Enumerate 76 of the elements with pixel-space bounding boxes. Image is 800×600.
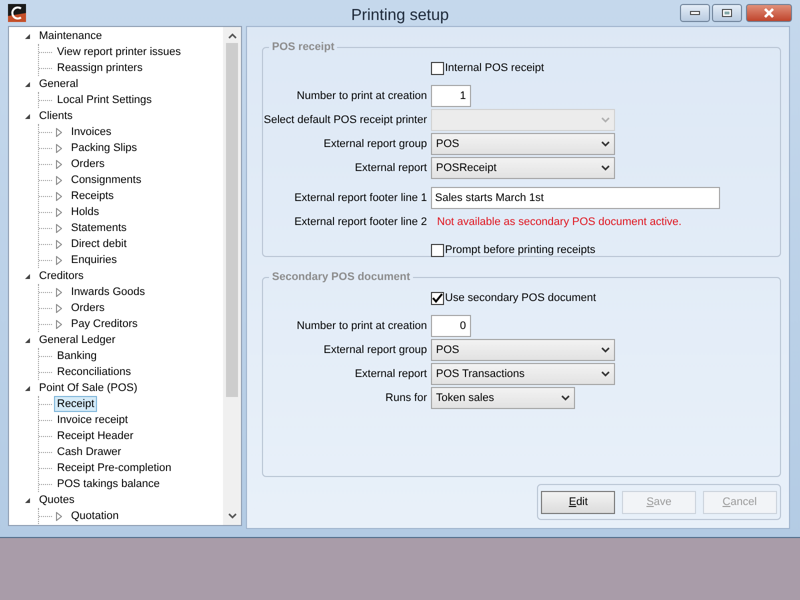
tree-item[interactable]: Reassign printers [54,60,146,76]
tree-item[interactable]: Receipt Header [54,428,136,444]
tree-item[interactable]: Statements [68,220,130,236]
maximize-icon [722,9,732,17]
group-title: Secondary POS document [271,271,412,283]
expanded-arrow-icon[interactable] [24,384,30,392]
tree-item[interactable]: Enquiries [68,252,120,268]
field-label: Number to print at creation [296,320,427,332]
tree-item[interactable]: Orders [68,156,108,172]
action-button[interactable]: Edit [541,490,616,514]
field-label: Select default POS receipt printer [263,114,427,126]
field-label: External report [354,162,427,174]
expanded-arrow-icon[interactable] [24,496,30,504]
scroll-down-icon[interactable] [228,513,236,519]
expanded-arrow-icon[interactable] [24,336,30,344]
dropdown[interactable]: POS [431,339,615,361]
number-field[interactable]: 0 [431,315,471,337]
minimize-button[interactable] [680,4,710,22]
tree-item[interactable]: Consignments [68,172,144,188]
tree-item[interactable]: Banking [54,348,100,364]
expanded-arrow-icon[interactable] [24,32,30,40]
tree-item[interactable]: Receipt Pre-completion [54,460,174,476]
tree-item[interactable]: Quotes [36,492,78,508]
field-label: Runs for [384,392,427,404]
tree-item[interactable]: Direct debit [68,236,130,252]
field-label: External report group [322,138,427,150]
tree-item[interactable]: Invoice receipt [54,412,131,428]
field-label: External report footer line 1 [293,192,427,204]
tree-item[interactable]: View report printer issues [54,44,184,60]
close-icon [763,8,775,18]
tree-item[interactable]: Cash Drawer [54,444,124,460]
field-label: Number to print at creation [296,90,427,102]
tree-item[interactable]: Quotation [68,508,122,524]
check-icon [432,293,443,303]
tree-item[interactable]: Reconciliations [54,364,134,380]
collapsed-arrow-icon[interactable] [56,512,62,520]
close-button[interactable] [746,4,792,22]
checkbox[interactable]: Prompt before printing receipts [431,244,780,256]
number-field[interactable]: 1 [431,85,471,107]
tree-item[interactable]: Packing Slips [68,140,140,156]
expanded-arrow-icon[interactable] [24,112,30,120]
warning-text: Not available as secondary POS document active. [436,216,683,228]
field-label: External report [354,368,427,380]
tree-item[interactable]: Point Of Sale (POS) [36,380,140,396]
dropdown[interactable]: POS [431,133,615,155]
scrollbar[interactable] [223,27,241,525]
expanded-arrow-icon[interactable] [24,80,30,88]
app-logo-icon [8,4,26,22]
tree-item[interactable]: Inwards Goods [68,284,148,300]
tree-item[interactable]: POS takings balance [54,476,163,492]
expanded-arrow-icon[interactable] [24,272,30,280]
tree-item[interactable]: Receipts [68,188,117,204]
tree-item[interactable]: Receipt [54,396,98,412]
tree-item[interactable]: Clients [36,108,76,124]
field-label: External report group [322,344,427,356]
field-label: External report footer line 2 [293,216,427,228]
maximize-button[interactable] [712,4,742,22]
checkbox[interactable]: Internal POS receipt [431,62,780,74]
group-title: POS receipt [271,41,336,53]
input-field[interactable]: Sales starts March 1st [431,187,720,209]
tree-item[interactable]: Maintenance [36,28,105,44]
tree-item[interactable]: Creditors [36,268,87,284]
dropdown[interactable]: POSReceipt [431,157,615,179]
tree-item[interactable]: Invoices [68,124,114,140]
window-title: Printing setup [350,7,450,25]
scroll-up-icon[interactable] [228,33,236,39]
tree-item[interactable]: General [36,76,82,92]
dropdown[interactable]: POS Transactions [431,363,615,385]
tree-item[interactable]: Local Print Settings [54,92,155,108]
dropdown[interactable]: Token sales [431,387,575,409]
tree-item[interactable]: Pay Creditors [68,316,141,332]
minimize-icon [690,11,700,15]
tree-item[interactable]: Holds [68,204,102,220]
tree-item[interactable]: General Ledger [36,332,118,348]
tree-item[interactable]: Orders [68,300,108,316]
checkbox[interactable]: Use secondary POS document [431,292,780,304]
